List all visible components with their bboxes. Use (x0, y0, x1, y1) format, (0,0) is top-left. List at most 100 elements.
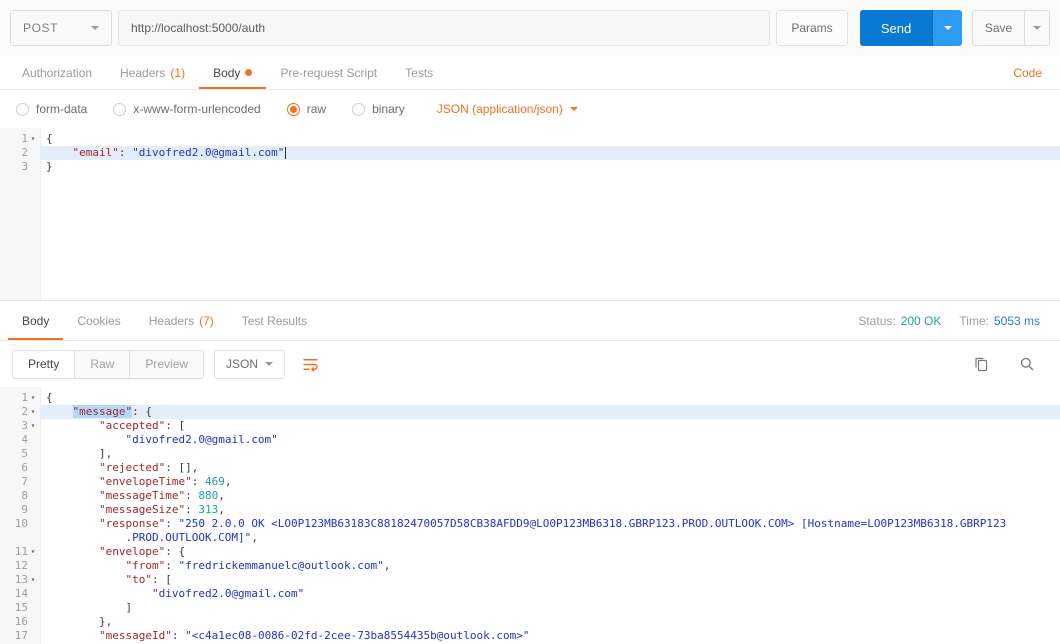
code-token: ], (46, 447, 113, 460)
fold-caret-icon[interactable]: ▾ (28, 391, 38, 405)
code-line-9[interactable]: 9 "messageSize": 313, (0, 503, 1060, 517)
line-number[interactable]: 17 (0, 629, 40, 643)
fold-caret-icon[interactable]: ▾ (28, 419, 38, 433)
code-line-8[interactable]: 8 "messageTime": 880, (0, 489, 1060, 503)
code-text: } (40, 160, 1060, 174)
line-number[interactable]: 1 ▾ (0, 132, 40, 146)
code-line-1[interactable]: 1 ▾ { (0, 391, 1060, 405)
line-number[interactable]: 11 ▾ (0, 545, 40, 559)
code-line-6[interactable]: 6 "rejected": [], (0, 461, 1060, 475)
code-line-13[interactable]: 13 ▾ "to": [ (0, 573, 1060, 587)
response-body-editor[interactable]: 1 ▾{2 ▾ "message": {3 ▾ "accepted": [4 "div… (0, 387, 1060, 644)
code-token: , (251, 531, 258, 544)
line-number[interactable]: 3 (0, 160, 40, 174)
code-line-10-wrap[interactable]: .PROD.OUTLOOK.COM]", (0, 531, 1060, 545)
response-format-dropdown[interactable]: JSON (214, 349, 286, 379)
body-type-binary[interactable]: binary (352, 102, 405, 116)
code-line-2[interactable]: 2 ▾ "message": { (0, 405, 1060, 419)
code-token: , (224, 475, 232, 488)
code-line-17[interactable]: 17 "messageId": "<c4a1ec08-0086-02fd-2ce… (0, 629, 1060, 643)
code-line-7[interactable]: 7 "envelopeTime": 469, (0, 475, 1060, 489)
method-dropdown[interactable]: POST (10, 10, 112, 46)
body-type-x-www-form-urlencoded[interactable]: x-www-form-urlencoded (113, 102, 261, 116)
code-link[interactable]: Code (1003, 56, 1052, 89)
response-tab-body[interactable]: Body (8, 301, 63, 340)
copy-icon[interactable] (966, 350, 996, 379)
code-line-1[interactable]: 1 ▾ { (0, 132, 1060, 146)
search-icon[interactable] (1012, 350, 1042, 379)
code-text: "messageSize": 313, (40, 503, 1060, 517)
radio-icon[interactable] (16, 102, 29, 116)
response-tab-test-results[interactable]: Test Results (228, 301, 321, 340)
code-text: "email": "divofred2.0@gmail.com" (40, 146, 1060, 160)
line-number[interactable]: 12 (0, 559, 40, 573)
time-value: 5053 ms (993, 313, 1040, 328)
code-line-3[interactable]: 3} (0, 160, 1060, 174)
tab-headers[interactable]: Headers (1) (106, 56, 199, 89)
response-tab-cookies[interactable]: Cookies (63, 301, 134, 340)
code-line-11[interactable]: 11 ▾ "envelope": { (0, 545, 1060, 559)
params-button[interactable]: Params (776, 10, 848, 46)
code-line-5[interactable]: 5 ], (0, 447, 1060, 461)
code-line-10[interactable]: 10 "response": "250 2.0.0 OK <LO0P123MB6… (0, 517, 1060, 531)
radio-selected-icon[interactable] (286, 102, 300, 116)
request-url-bar: POST Params Send Save (0, 0, 1060, 56)
save-button-group: Save (972, 10, 1050, 46)
response-tab-headers[interactable]: Headers (7) (135, 301, 228, 340)
fold-caret-icon[interactable]: ▾ (28, 573, 38, 587)
fold-caret-icon[interactable]: ▾ (28, 405, 38, 419)
code-line-2[interactable]: 2 "email": "divofred2.0@gmail.com" (0, 146, 1060, 160)
tab-body[interactable]: Body (199, 56, 266, 89)
tab-tests[interactable]: Tests (391, 56, 447, 89)
tab-label: Authorization (22, 65, 93, 80)
view-preview-button[interactable]: Preview (130, 350, 204, 378)
url-input[interactable] (118, 10, 770, 46)
tab-authorization[interactable]: Authorization (8, 56, 106, 89)
code-token: : [ (151, 573, 172, 586)
wrap-text-icon[interactable] (295, 350, 325, 379)
chevron-down-icon (265, 362, 274, 366)
line-number[interactable]: 6 (0, 461, 40, 475)
content-type-dropdown[interactable]: JSON (application/json) (437, 102, 578, 116)
line-number[interactable]: 8 (0, 489, 40, 503)
radio-icon[interactable] (113, 102, 127, 116)
line-number[interactable]: 2 ▾ (0, 405, 40, 419)
code-line-14[interactable]: 14 "divofred2.0@gmail.com" (0, 587, 1060, 601)
send-dropdown-button[interactable] (932, 10, 962, 46)
line-number[interactable]: 2 (0, 146, 40, 160)
line-number[interactable]: 5 (0, 447, 40, 461)
body-type-form-data[interactable]: form-data (16, 102, 87, 116)
fold-caret-icon[interactable]: ▾ (28, 132, 38, 146)
code-line-12[interactable]: 12 "from": "fredrickemmanuelc@outlook.co… (0, 559, 1060, 573)
code-line-15[interactable]: 15 ] (0, 601, 1060, 615)
code-token: "divofred2.0@gmail.com" (132, 146, 285, 159)
line-number[interactable]: 9 (0, 503, 40, 517)
code-line-3[interactable]: 3 ▾ "accepted": [ (0, 419, 1060, 433)
line-number[interactable]: 14 (0, 587, 40, 601)
save-dropdown-button[interactable] (1024, 10, 1050, 46)
line-number[interactable]: 4 (0, 433, 40, 447)
code-text: "from": "fredrickemmanuelc@outlook.com", (40, 559, 1060, 573)
tab-pre-request-script[interactable]: Pre-request Script (266, 56, 391, 89)
line-number[interactable]: 1 ▾ (0, 391, 40, 405)
body-type-raw[interactable]: raw (286, 102, 326, 116)
radio-icon[interactable] (352, 102, 366, 116)
send-button[interactable]: Send (860, 10, 932, 46)
code-line-16[interactable]: 16 }, (0, 615, 1060, 629)
line-number[interactable]: 10 (0, 517, 40, 531)
request-body-editor[interactable]: 1 ▾{2 "email": "divofred2.0@gmail.com" 3} (0, 128, 1060, 300)
line-number[interactable]: 16 (0, 615, 40, 629)
line-number[interactable]: 3 ▾ (0, 419, 40, 433)
line-number[interactable]: 13 ▾ (0, 573, 40, 587)
line-number[interactable]: 7 (0, 475, 40, 489)
view-pretty-button[interactable]: Pretty (13, 350, 76, 378)
code-line-4[interactable]: 4 "divofred2.0@gmail.com" (0, 433, 1060, 447)
chevron-down-icon (91, 26, 99, 30)
line-number[interactable]: 15 (0, 601, 40, 615)
view-raw-button[interactable]: Raw (75, 350, 131, 378)
fold-caret-icon[interactable]: ▾ (28, 545, 38, 559)
save-button[interactable]: Save (972, 10, 1024, 46)
